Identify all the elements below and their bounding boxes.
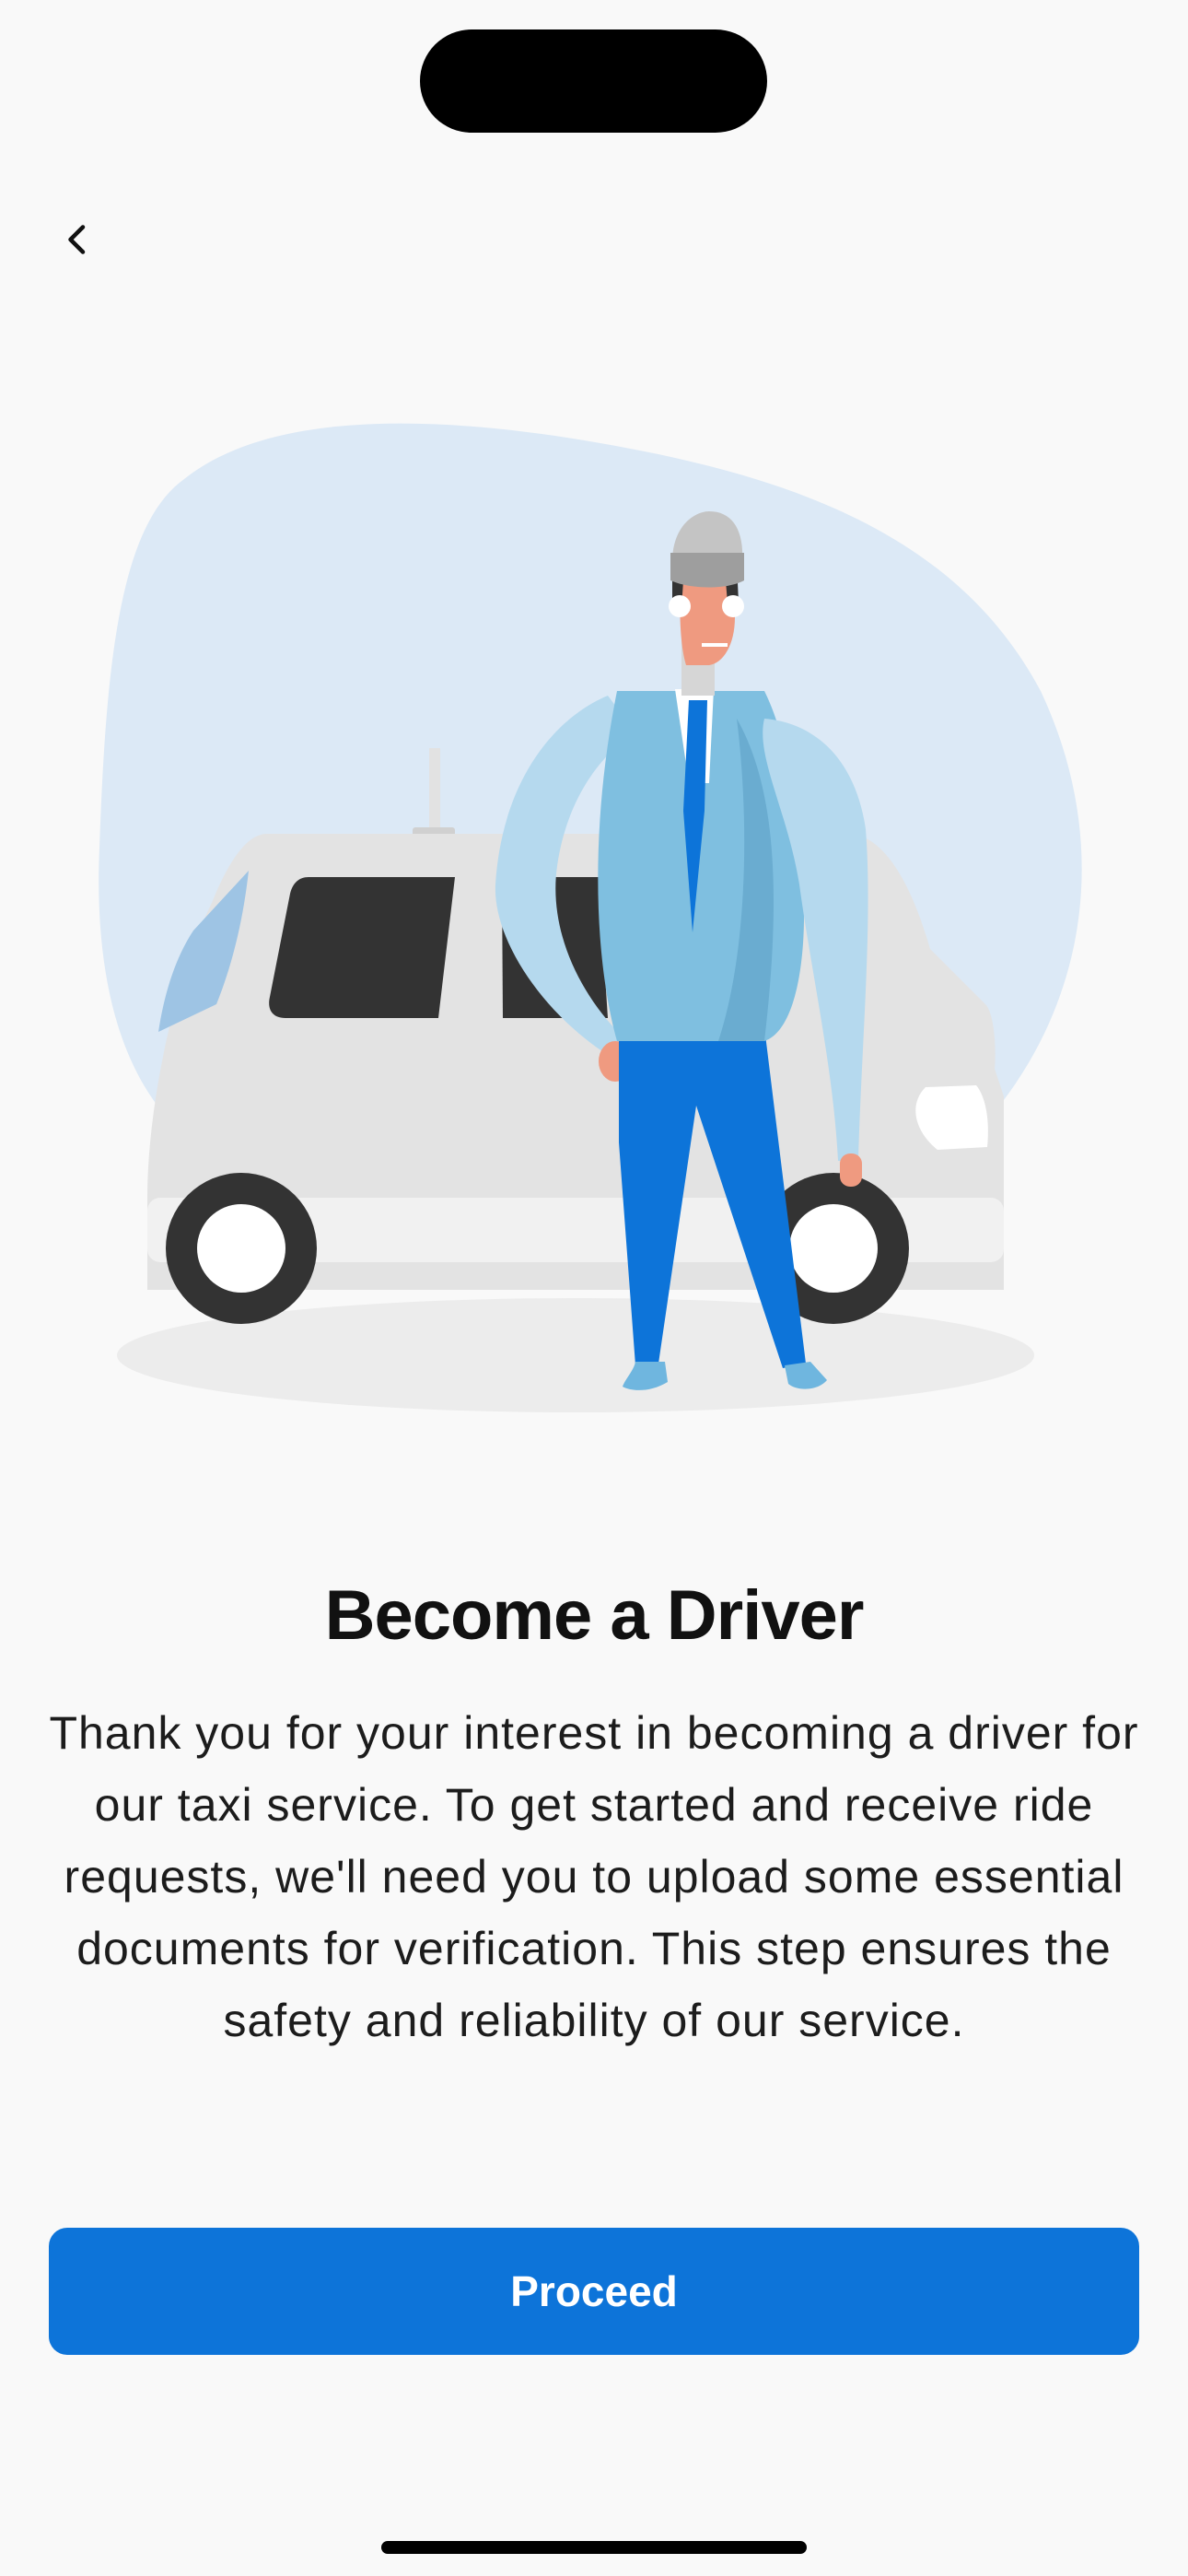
driver-illustration [99, 423, 1082, 1412]
back-button[interactable] [41, 203, 114, 276]
home-indicator[interactable] [381, 2541, 807, 2554]
dynamic-island [420, 29, 767, 133]
description-text: Thank you for your interest in becoming … [49, 1707, 1139, 2046]
page-title: Become a Driver [324, 1576, 865, 1655]
chevron-left-icon [68, 225, 86, 254]
car-window-front [269, 877, 455, 1018]
taxi-antenna [429, 748, 440, 831]
proceed-button[interactable]: Proceed [49, 2228, 1139, 2355]
